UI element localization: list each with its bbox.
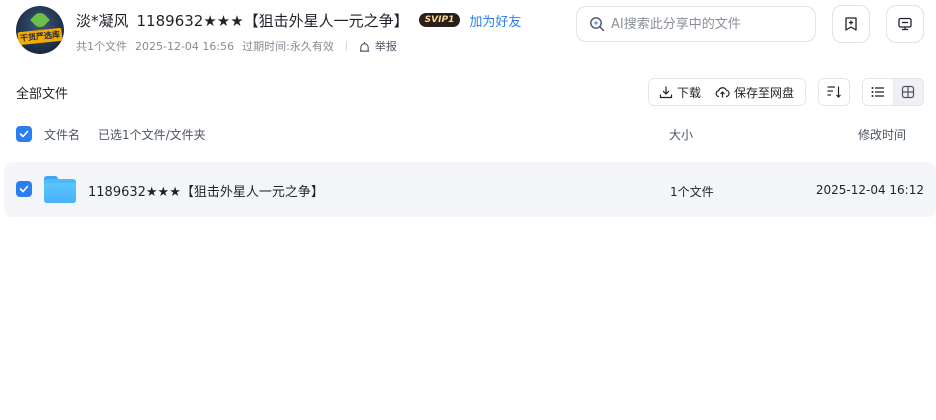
expiry-value: 永久有效 (289, 40, 334, 53)
sort-button[interactable] (818, 78, 850, 106)
file-modified-time: 2025-12-04 16:12 (815, 183, 924, 197)
selection-count: 已选1个文件/文件夹 (98, 128, 206, 142)
table-row[interactable]: 1189632★★★【狙击外星人一元之争】 1个文件 2025-12-04 16… (4, 162, 936, 217)
grid-icon (901, 85, 915, 99)
list-icon (871, 87, 884, 97)
share-header: 干货严选库 淡*凝风 1189632★★★【狙击外星人一元之争】 SVIP1 加… (0, 0, 936, 66)
grid-view-button[interactable] (893, 79, 923, 105)
file-size: 1个文件 (670, 185, 714, 199)
vip-badge: SVIP1 (418, 13, 461, 27)
avatar[interactable]: 干货严选库 (16, 6, 64, 54)
action-group: 下载 保存至网盘 (648, 78, 806, 106)
row-checkbox[interactable] (16, 181, 32, 197)
add-friend-link[interactable]: 加为好友 (469, 11, 521, 30)
title-row: 淡*凝风 1189632★★★【狙击外星人一元之争】 SVIP1 加为好友 (76, 9, 521, 31)
ai-search-icon (590, 17, 605, 32)
expiry-label: 过期时间: (242, 40, 290, 53)
file-count: 共1个文件 (76, 40, 127, 53)
file-name[interactable]: 1189632★★★【狙击外星人一元之争】 (88, 181, 324, 200)
username[interactable]: 淡*凝风 (76, 10, 129, 31)
search-input[interactable] (611, 16, 801, 32)
list-view-button[interactable] (863, 79, 893, 105)
download-label: 下载 (677, 85, 702, 100)
share-meta: 共1个文件 2025-12-04 16:56 过期时间: 永久有效 举报 (76, 38, 397, 54)
divider (345, 41, 347, 51)
screen-button[interactable] (886, 5, 924, 43)
monitor-icon (898, 17, 912, 31)
column-header-modified[interactable]: 修改时间 (858, 126, 906, 143)
leaf-icon (30, 10, 50, 30)
select-all-checkbox[interactable] (16, 126, 32, 142)
column-header-size[interactable]: 大小 (669, 126, 693, 143)
checkmark-icon (19, 130, 29, 138)
save-to-drive-label: 保存至网盘 (734, 85, 795, 100)
download-button[interactable]: 下载 (659, 84, 701, 101)
folder-icon (44, 176, 76, 203)
save-to-drive-button[interactable]: 保存至网盘 (715, 84, 794, 101)
share-title: 1189632★★★【狙击外星人一元之争】 (136, 11, 409, 30)
report-button[interactable]: 举报 (359, 38, 397, 54)
column-header-name[interactable]: 文件名 (44, 126, 80, 143)
bookmark-button[interactable] (832, 5, 870, 43)
checkmark-icon (19, 185, 29, 193)
search-box[interactable] (576, 6, 816, 42)
sort-icon (827, 86, 841, 98)
view-toggle (862, 78, 924, 106)
report-icon (359, 41, 369, 52)
cloud-upload-icon (715, 87, 730, 98)
report-label: 举报 (374, 40, 397, 53)
download-icon (659, 86, 673, 99)
section-title: 全部文件 (16, 87, 69, 102)
bookmark-add-icon (845, 17, 857, 31)
share-created-time: 2025-12-04 16:56 (135, 39, 235, 53)
